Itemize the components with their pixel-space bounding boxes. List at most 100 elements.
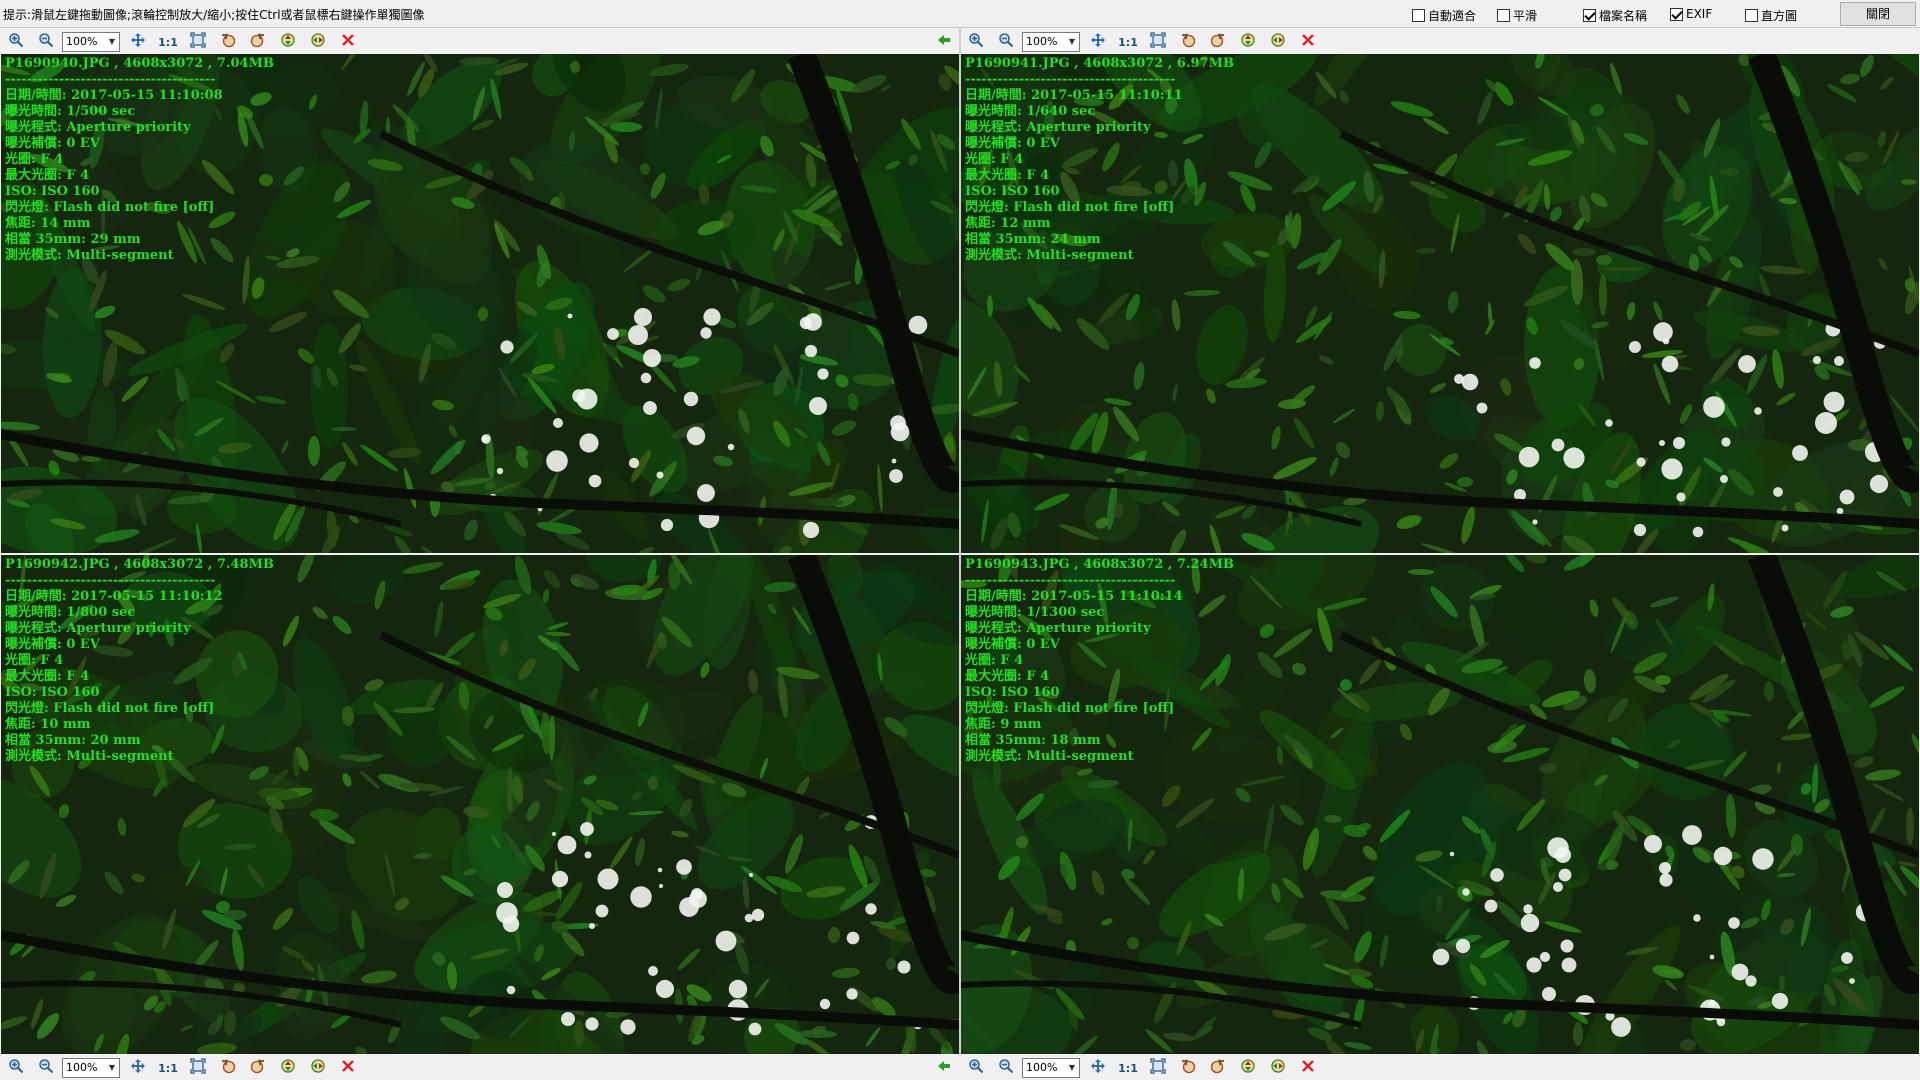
fullscreen-button[interactable] xyxy=(188,32,208,52)
exif-line: 日期/時間: 2017-05-15 11:10:12 xyxy=(5,589,223,604)
checkbox-box[interactable] xyxy=(1412,9,1425,22)
zoom-in-button[interactable] xyxy=(6,32,26,52)
file-info: P1690943.JPG , 4608x3072 , 7.24MB xyxy=(965,557,1234,572)
rotate-left-button[interactable] xyxy=(1178,1058,1198,1078)
close-image-button[interactable] xyxy=(1298,32,1318,52)
rotate-left-button[interactable] xyxy=(218,1058,238,1078)
exif-line: 曝光補償: 0 EV xyxy=(965,136,1060,151)
auto-fit-checkbox[interactable]: 自動適合 xyxy=(1412,7,1476,24)
actual-size-button[interactable]: 1:1 xyxy=(1118,32,1138,52)
fit-button[interactable] xyxy=(1088,1058,1108,1078)
close-image-button[interactable] xyxy=(1298,1058,1318,1078)
exif-line: 測光模式: Multi-segment xyxy=(965,248,1134,263)
top-bar: 提示:滑鼠左鍵拖動圖像;滾輪控制放大/縮小;按住Ctrl或者鼠標右鍵操作單獨圖像… xyxy=(0,0,1920,28)
exif-line: 日期/時間: 2017-05-15 11:10:14 xyxy=(965,589,1183,604)
actual-size-button[interactable]: 1:1 xyxy=(158,1058,178,1078)
flip-vertical-icon xyxy=(280,32,296,52)
zoom-out-button[interactable] xyxy=(36,1058,56,1078)
checkbox-box[interactable] xyxy=(1745,9,1758,22)
zoom-in-icon xyxy=(8,32,24,52)
zoom-select[interactable]: 100% ▼ xyxy=(62,1058,120,1078)
sync-left-button[interactable] xyxy=(934,1058,954,1078)
flip-horizontal-icon xyxy=(310,32,326,52)
rotate-left-button[interactable] xyxy=(218,32,238,52)
fit-button[interactable] xyxy=(128,1058,148,1078)
fit-icon xyxy=(130,32,146,52)
exif-line: 閃光燈: Flash did not fire [off] xyxy=(965,701,1175,716)
flip-horizontal-button[interactable] xyxy=(308,32,328,52)
rotate-right-button[interactable] xyxy=(1208,1058,1228,1078)
zoom-in-button[interactable] xyxy=(966,32,986,52)
flip-vertical-icon xyxy=(280,1058,296,1078)
zoom-out-button[interactable] xyxy=(36,32,56,52)
zoom-in-icon xyxy=(968,32,984,52)
histogram-checkbox[interactable]: 直方圖 xyxy=(1745,7,1797,24)
smooth-checkbox[interactable]: 平滑 xyxy=(1497,7,1537,24)
exif-line: 相當 35mm: 20 mm xyxy=(5,733,141,748)
exif-line: ISO: ISO 160 xyxy=(965,685,1060,700)
zoom-out-button[interactable] xyxy=(996,1058,1016,1078)
flip-horizontal-button[interactable] xyxy=(1268,32,1288,52)
rotate-right-button[interactable] xyxy=(1208,32,1228,52)
chevron-down-icon[interactable]: ▼ xyxy=(105,1059,119,1077)
fit-button[interactable] xyxy=(128,32,148,52)
checkbox-label: 自動適合 xyxy=(1428,9,1477,23)
actual-size-button[interactable]: 1:1 xyxy=(158,32,178,52)
flip-horizontal-button[interactable] xyxy=(1268,1058,1288,1078)
actual-size-button[interactable]: 1:1 xyxy=(1118,1058,1138,1078)
image-pane[interactable]: P1690940.JPG , 4608x3072 , 7.04MB -------… xyxy=(1,54,959,553)
checkbox-box[interactable] xyxy=(1583,9,1596,22)
exif-line: 光圈: F 4 xyxy=(965,152,1024,167)
actual-size-label: 1:1 xyxy=(158,35,178,49)
exif-line: 閃光燈: Flash did not fire [off] xyxy=(965,200,1175,215)
rotate-left-icon xyxy=(220,32,236,52)
fullscreen-button[interactable] xyxy=(1148,1058,1168,1078)
rotate-left-icon xyxy=(1180,32,1196,52)
fullscreen-button[interactable] xyxy=(188,1058,208,1078)
image-toolbar: 100% ▼ 1:1 xyxy=(960,1055,1918,1080)
checkbox-box[interactable] xyxy=(1670,7,1683,21)
rotate-right-button[interactable] xyxy=(248,32,268,52)
close-button[interactable]: 關閉 xyxy=(1840,2,1916,26)
exif-line: 測光模式: Multi-segment xyxy=(5,749,174,764)
flip-horizontal-button[interactable] xyxy=(308,1058,328,1078)
zoom-out-icon xyxy=(998,1058,1014,1078)
chevron-down-icon[interactable]: ▼ xyxy=(105,33,119,51)
flip-vertical-button[interactable] xyxy=(1238,32,1258,52)
fit-icon xyxy=(1090,1058,1106,1078)
fullscreen-button[interactable] xyxy=(1148,32,1168,52)
exif-checkbox[interactable]: EXIF xyxy=(1670,7,1712,21)
filename-checkbox[interactable]: 檔案名稱 xyxy=(1583,7,1647,24)
zoom-in-button[interactable] xyxy=(6,1058,26,1078)
exif-line: 測光模式: Multi-segment xyxy=(965,749,1134,764)
chevron-down-icon[interactable]: ▼ xyxy=(1065,33,1079,51)
chevron-down-icon[interactable]: ▼ xyxy=(1065,1059,1079,1077)
flip-vertical-button[interactable] xyxy=(278,32,298,52)
close-x-icon xyxy=(1300,32,1316,52)
flip-vertical-button[interactable] xyxy=(1238,1058,1258,1078)
zoom-select[interactable]: 100% ▼ xyxy=(1022,1058,1080,1078)
close-image-button[interactable] xyxy=(338,32,358,52)
checkbox-box[interactable] xyxy=(1497,9,1510,22)
zoom-select[interactable]: 100% ▼ xyxy=(62,32,120,52)
image-pane[interactable]: P1690941.JPG , 4608x3072 , 6.97MB -------… xyxy=(961,54,1919,553)
exif-line: 最大光圈: F 4 xyxy=(5,669,90,684)
flip-vertical-button[interactable] xyxy=(278,1058,298,1078)
file-info: P1690942.JPG , 4608x3072 , 7.48MB xyxy=(5,557,274,572)
sync-left-button[interactable] xyxy=(934,32,954,52)
file-info: P1690941.JPG , 4608x3072 , 6.97MB xyxy=(965,56,1234,71)
zoom-out-button[interactable] xyxy=(996,32,1016,52)
fit-button[interactable] xyxy=(1088,32,1108,52)
close-image-button[interactable] xyxy=(338,1058,358,1078)
exif-overlay: P1690943.JPG , 4608x3072 , 7.24MB -------… xyxy=(965,557,1234,765)
checkbox-label: 直方圖 xyxy=(1761,9,1798,23)
image-pane[interactable]: P1690942.JPG , 4608x3072 , 7.48MB -------… xyxy=(1,555,959,1054)
rotate-left-button[interactable] xyxy=(1178,32,1198,52)
image-pane[interactable]: P1690943.JPG , 4608x3072 , 7.24MB -------… xyxy=(961,555,1919,1054)
rotate-right-button[interactable] xyxy=(248,1058,268,1078)
zoom-in-button[interactable] xyxy=(966,1058,986,1078)
zoom-select[interactable]: 100% ▼ xyxy=(1022,32,1080,52)
exif-line: 焦距: 12 mm xyxy=(965,216,1051,231)
exif-overlay: P1690942.JPG , 4608x3072 , 7.48MB -------… xyxy=(5,557,274,765)
separator-line: --------------------------------------- xyxy=(5,72,216,87)
